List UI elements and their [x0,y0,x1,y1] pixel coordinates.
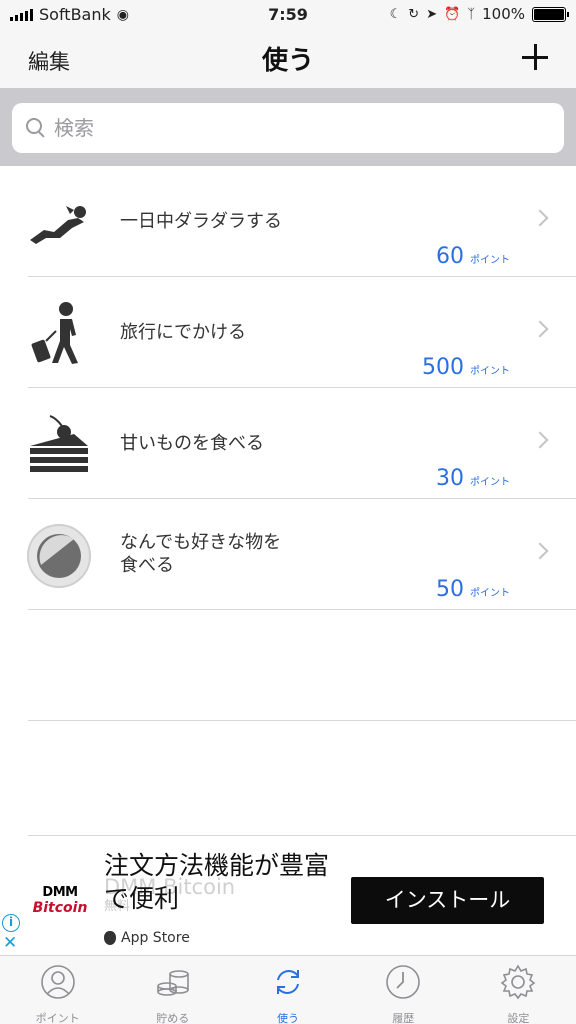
item-label: 甘いものを食べる [120,433,264,454]
battery-percent: 100% [482,5,525,23]
points-value: 500 [422,355,464,380]
ad-store-label: App Store [121,930,190,946]
chevron-right-icon [531,542,549,560]
nav-bar: 編集 使う [0,30,576,88]
points-unit: ポイント [470,588,510,599]
person-icon [40,965,75,999]
rotation-lock-icon: ↻ [408,6,420,22]
search-box[interactable] [12,103,564,153]
ad-logo-top: DMM [42,885,78,900]
points: 60 ポイント [436,244,510,269]
item-label: 一日中ダラダラする [120,211,282,232]
list-item[interactable]: 一日中ダラダラする 60 ポイント [0,166,576,277]
tab-label: 設定 [507,1012,530,1024]
chevron-right-icon [531,431,549,449]
tab-bar: ポイント 貯める 使う 履歴 設定 [0,955,576,1024]
points-value: 60 [436,244,464,269]
ad-banner[interactable]: DMM Bitcoin DMM Bitcoin 無料 注文方法機能が豊富で便利 … [0,835,576,955]
points-value: 30 [436,466,464,491]
gear-icon [501,964,536,1000]
refresh-icon [277,970,299,994]
points-unit: ポイント [470,366,510,377]
points-unit: ポイント [470,255,510,266]
points-unit: ポイント [470,477,510,488]
tab-settings[interactable]: 設定 [461,956,576,1024]
tab-label: 貯める [156,1012,190,1024]
clock-icon [386,965,421,999]
location-icon: ➤ [426,6,438,22]
plate-icon [27,524,91,588]
status-bar: SoftBank ◉ 7:59 ☾ ↻ ➤ ⏰ ᛉ 100% [0,0,576,30]
coins-icon [156,970,189,996]
info-icon[interactable]: i [2,914,20,932]
moon-icon: ☾ [389,6,402,22]
apple-icon [104,931,116,945]
list-item[interactable]: 旅行にでかける 500 ポイント [0,277,576,388]
tab-label: 履歴 [392,1012,415,1024]
tab-label: ポイント [35,1012,80,1024]
lounging-person-icon [30,206,86,244]
tab-use[interactable]: 使う [230,956,345,1024]
search-input[interactable] [54,116,534,140]
search-bar [0,88,576,166]
chevron-right-icon [531,320,549,338]
points: 30 ポイント [436,466,510,491]
list-item[interactable]: なんでも好きな物を 食べる 50 ポイント [0,499,576,610]
ad-store: App Store [104,930,190,946]
ad-logo-bottom: Bitcoin [32,900,88,916]
list-item[interactable]: 甘いものを食べる 30 ポイント [0,388,576,499]
page-title: 使う [261,46,314,76]
alarm-icon: ⏰ [444,6,461,22]
divider [28,835,576,836]
chevron-right-icon [531,209,549,227]
tab-label: 使う [277,1012,299,1024]
bluetooth-icon: ᛉ [467,6,476,22]
tab-history[interactable]: 履歴 [346,956,461,1024]
close-icon[interactable]: ✕ [3,935,17,952]
points: 50 ポイント [436,577,510,602]
cake-icon [30,415,88,472]
points-value: 50 [436,577,464,602]
ad-headline: 注文方法機能が豊富で便利 [104,851,330,913]
tab-points[interactable]: ポイント [0,956,115,1024]
tab-save[interactable]: 貯める [115,956,230,1024]
item-label: 旅行にでかける [120,322,246,343]
empty-row [0,610,576,721]
battery-icon [532,6,569,22]
install-button[interactable]: インストール [351,877,544,924]
ad-logo: DMM Bitcoin [30,885,90,916]
item-label: なんでも好きな物を 食べる [120,532,282,576]
plus-icon[interactable] [520,42,550,72]
points: 500 ポイント [422,355,510,380]
reward-list: 一日中ダラダラする 60 ポイント 旅行にでかける 500 ポイント 甘いものを… [0,166,576,721]
traveler-icon [31,302,78,364]
search-icon [26,118,46,138]
